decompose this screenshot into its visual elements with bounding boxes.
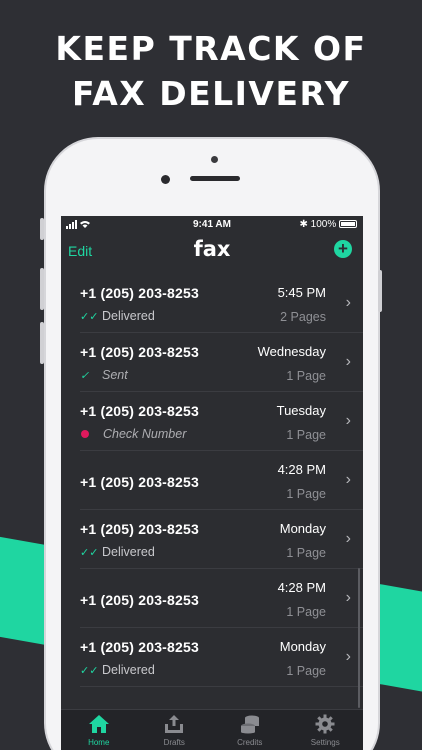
fax-row[interactable]: +1 (205) 203-8253 5:45 PM ✓✓ Delivered 2 … (80, 274, 363, 333)
fax-number: +1 (205) 203-8253 (80, 521, 199, 537)
fax-status-label: Delivered (102, 309, 155, 323)
tab-drafts-label: Drafts (163, 738, 185, 747)
fax-time: Monday (279, 521, 326, 536)
fax-number: +1 (205) 203-8253 (80, 344, 199, 360)
fax-pages: 1 Page (286, 428, 326, 442)
fax-pages: 1 Page (286, 546, 326, 560)
fax-row[interactable]: +1 (205) 203-8253 Monday ✓✓ Delivered 1 P… (80, 628, 363, 687)
power-button (378, 270, 382, 312)
tab-home-label: Home (88, 738, 110, 747)
tab-settings[interactable]: Settings (288, 710, 364, 750)
fax-status: ✓✓ Delivered (80, 663, 155, 677)
chevron-right-icon: › (345, 412, 351, 429)
status-right: ✱ 100% (299, 219, 357, 230)
fax-status: ✓ Sent (80, 368, 128, 382)
earpiece-speaker (190, 176, 240, 181)
fax-status-label: Check Number (103, 427, 187, 441)
fax-time: Monday (279, 639, 326, 654)
fax-row[interactable]: +1 (205) 203-8253 4:28 PM 1 Page › (80, 569, 363, 628)
fax-status: ✓✓ Delivered (80, 545, 155, 559)
upload-tray-icon (165, 715, 184, 733)
chevron-right-icon: › (345, 589, 351, 606)
battery-icon (339, 220, 357, 229)
fax-status-label: Delivered (102, 663, 155, 677)
plus-circle-icon[interactable]: + (334, 240, 352, 258)
fax-status-label: Sent (102, 368, 128, 382)
bluetooth-icon: ✱ (299, 219, 308, 230)
fax-status: Check Number (80, 427, 186, 441)
mute-switch (40, 218, 44, 240)
tab-home[interactable]: Home (61, 710, 137, 750)
fax-list: +1 (205) 203-8253 5:45 PM ✓✓ Delivered 2 … (61, 274, 363, 687)
fax-pages: 2 Pages (280, 310, 326, 324)
fax-number: +1 (205) 203-8253 (80, 639, 199, 655)
gear-icon (315, 714, 335, 734)
chevron-right-icon: › (345, 353, 351, 370)
tab-bar: Home Drafts Credits Settings (61, 709, 363, 750)
chevron-right-icon: › (345, 530, 351, 547)
check-icon: ✓ (80, 370, 90, 382)
proximity-sensor (211, 156, 218, 163)
fax-row[interactable]: +1 (205) 203-8253 Monday ✓✓ Delivered 1 P… (80, 510, 363, 569)
front-camera-icon (161, 175, 170, 184)
tab-credits[interactable]: Credits (212, 710, 288, 750)
tab-drafts[interactable]: Drafts (137, 710, 213, 750)
fax-time: Tuesday (276, 403, 326, 418)
fax-pages: 1 Page (286, 664, 326, 678)
fax-pages: 1 Page (286, 605, 326, 619)
double-check-icon: ✓✓ (80, 547, 99, 559)
status-bar: 9:41 AM ✱ 100% (61, 216, 363, 234)
error-dot-icon (81, 430, 89, 438)
battery-percent: 100% (310, 219, 337, 230)
fax-status-label: Delivered (102, 545, 155, 559)
fax-time: 4:28 PM (277, 462, 326, 477)
home-icon (88, 715, 109, 733)
scrollbar[interactable] (358, 568, 360, 708)
fax-row[interactable]: +1 (205) 203-8253 4:28 PM 1 Page › (80, 451, 363, 510)
headline: KEEP TRACK OF FAX DELIVERY (0, 26, 422, 116)
fax-time: Wednesday (257, 344, 326, 359)
double-check-icon: ✓✓ (80, 311, 99, 323)
headline-line-2: FAX DELIVERY (71, 74, 351, 113)
app-screen: 9:41 AM ✱ 100% Edit fax + +1 (205) 203-8… (61, 216, 363, 750)
fax-time: 4:28 PM (277, 580, 326, 595)
nav-bar: Edit fax + (61, 234, 363, 274)
chevron-right-icon: › (345, 471, 351, 488)
tab-settings-label: Settings (310, 738, 340, 747)
chevron-right-icon: › (345, 294, 351, 311)
fax-row[interactable]: +1 (205) 203-8253 Wednesday ✓ Sent 1 Page… (80, 333, 363, 392)
fax-time: 5:45 PM (277, 285, 326, 300)
fax-number: +1 (205) 203-8253 (80, 285, 199, 301)
fax-status: ✓✓ Delivered (80, 309, 155, 323)
fax-number: +1 (205) 203-8253 (80, 474, 199, 490)
double-check-icon: ✓✓ (80, 665, 99, 677)
app-logo: fax (193, 237, 231, 261)
volume-up-button (40, 268, 44, 310)
volume-down-button (40, 322, 44, 364)
tab-credits-label: Credits (237, 738, 263, 747)
fax-number: +1 (205) 203-8253 (80, 592, 199, 608)
fax-pages: 1 Page (286, 369, 326, 383)
headline-line-1: KEEP TRACK OF (55, 29, 367, 68)
fax-pages: 1 Page (286, 487, 326, 501)
fax-row[interactable]: +1 (205) 203-8253 Tuesday Check Number 1… (80, 392, 363, 451)
fax-number: +1 (205) 203-8253 (80, 403, 199, 419)
chevron-right-icon: › (345, 648, 351, 665)
coins-stack-icon (240, 715, 259, 734)
